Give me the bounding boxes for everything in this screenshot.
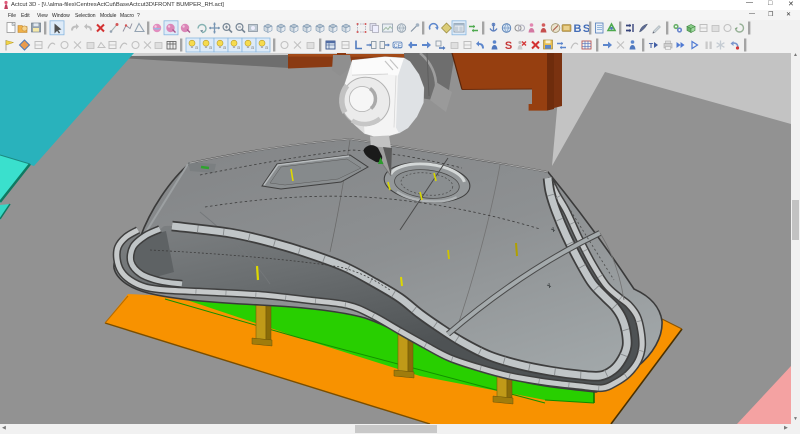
svg-text:CE: CE (394, 43, 402, 49)
svg-text:a: a (237, 45, 240, 51)
svg-text:a: a (195, 45, 198, 51)
svg-text:a: a (251, 45, 254, 51)
svg-text:a: a (265, 45, 268, 51)
svg-text:T: T (649, 43, 654, 50)
svg-text:a: a (209, 45, 212, 51)
svg-text:a: a (223, 45, 226, 51)
svg-text:S: S (505, 40, 512, 52)
svg-text:B: B (574, 23, 582, 35)
